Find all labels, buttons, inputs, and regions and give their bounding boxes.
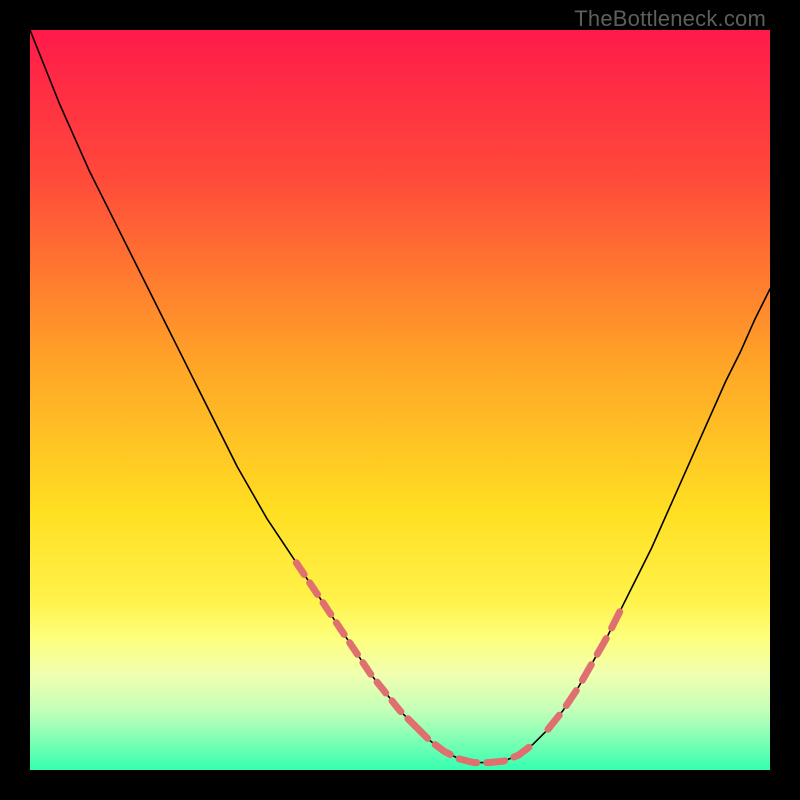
chart-svg <box>30 30 770 770</box>
watermark-text: TheBottleneck.com <box>574 6 766 32</box>
chart-frame <box>30 30 770 770</box>
chart-background <box>30 30 770 770</box>
